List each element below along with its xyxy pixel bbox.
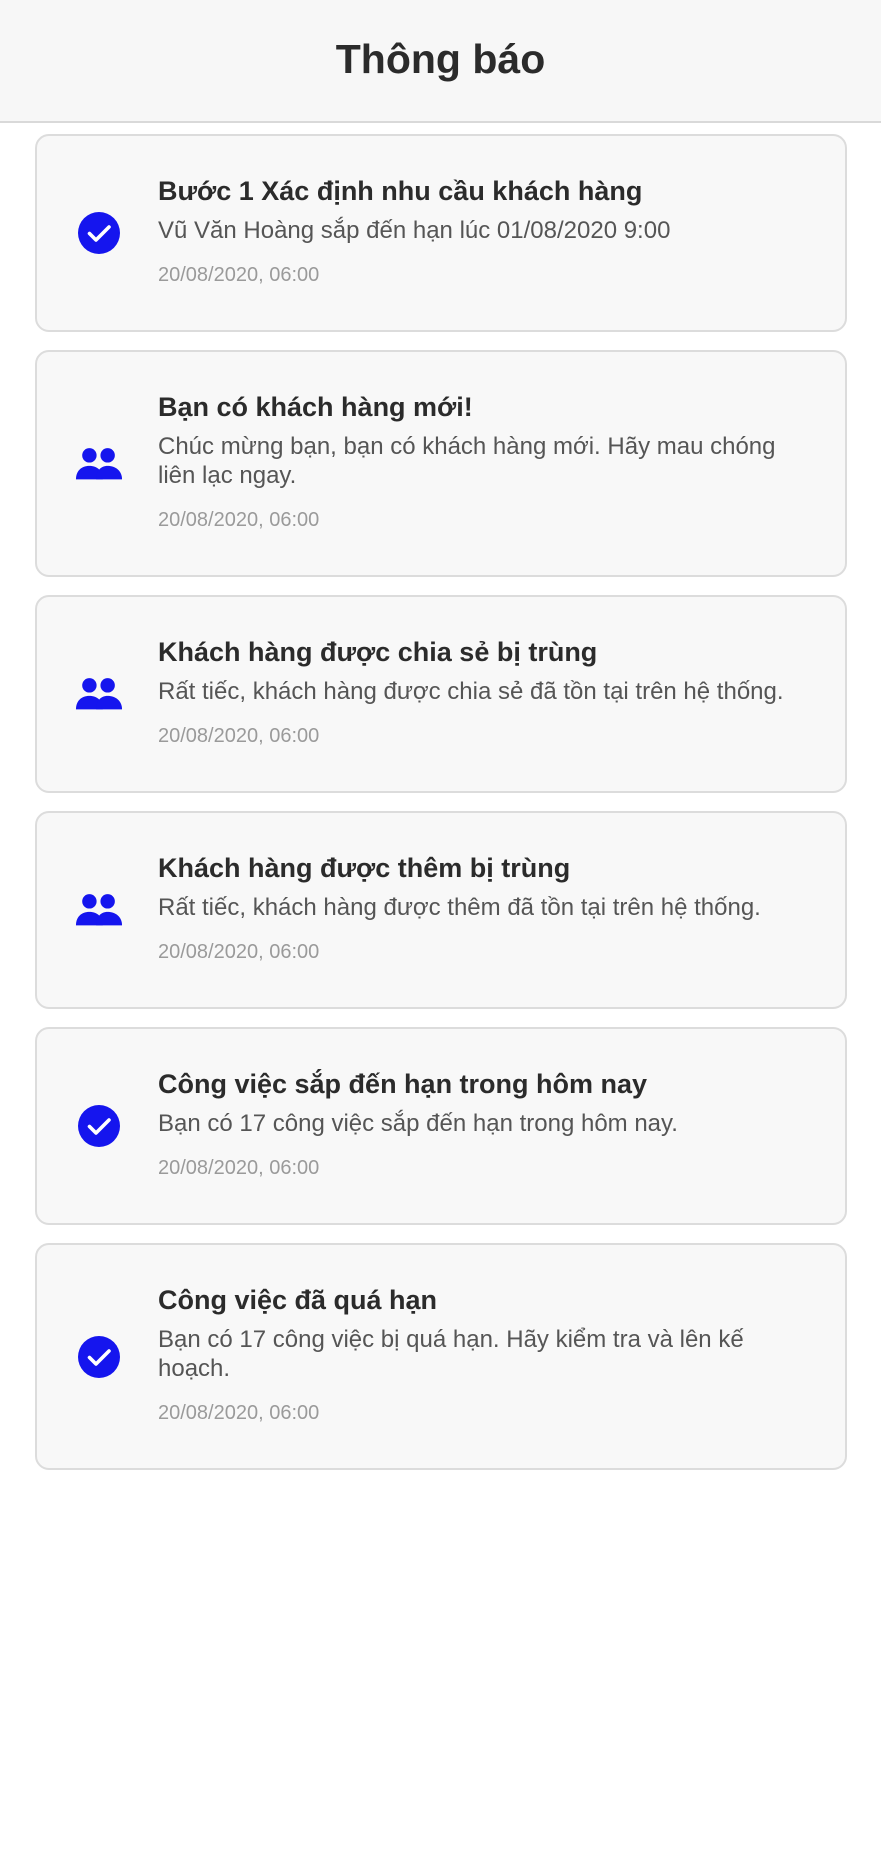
notification-timestamp: 20/08/2020, 06:00: [158, 725, 320, 747]
notification-title: Khách hàng được thêm bị trùng: [158, 853, 571, 883]
page-title: Thông báo: [335, 36, 546, 82]
check-circle-icon: [75, 1333, 123, 1381]
notification-timestamp: 20/08/2020, 06:00: [158, 264, 320, 286]
notification-item[interactable]: Công việc đã quá hạn Bạn có 17 công việc…: [35, 1243, 847, 1470]
notification-timestamp: 20/08/2020, 06:00: [158, 1402, 320, 1424]
notification-message: Chúc mừng bạn, bạn có khách hàng mới. Hã…: [158, 433, 776, 489]
notification-item[interactable]: Bước 1 Xác định nhu cầu khách hàng Vũ Vă…: [35, 134, 847, 332]
notification-message: Vũ Văn Hoàng sắp đến hạn lúc 01/08/2020 …: [158, 217, 671, 244]
notification-item[interactable]: Công việc sắp đến hạn trong hôm nay Bạn …: [35, 1027, 847, 1225]
notification-title: Khách hàng được chia sẻ bị trùng: [158, 637, 598, 667]
notification-message: Bạn có 17 công việc bị quá hạn. Hãy kiểm…: [158, 1326, 744, 1382]
notification-title: Công việc sắp đến hạn trong hôm nay: [158, 1069, 648, 1099]
notification-title: Công việc đã quá hạn: [158, 1285, 438, 1315]
notification-timestamp: 20/08/2020, 06:00: [158, 1157, 320, 1179]
notification-message: Rất tiếc, khách hàng được thêm đã tồn tạ…: [158, 894, 761, 921]
users-icon: [75, 670, 123, 718]
notification-item[interactable]: Khách hàng được thêm bị trùng Rất tiếc, …: [35, 811, 847, 1009]
notification-title: Bạn có khách hàng mới!: [158, 392, 473, 422]
notification-message: Bạn có 17 công việc sắp đến hạn trong hô…: [158, 1110, 678, 1137]
notification-timestamp: 20/08/2020, 06:00: [158, 509, 320, 531]
app-header: Thông báo: [0, 0, 881, 123]
notification-list: Bước 1 Xác định nhu cầu khách hàng Vũ Vă…: [35, 134, 847, 1488]
users-icon: [75, 886, 123, 934]
notification-item[interactable]: Bạn có khách hàng mới! Chúc mừng bạn, bạ…: [35, 350, 847, 577]
notification-timestamp: 20/08/2020, 06:00: [158, 941, 320, 963]
check-circle-icon: [75, 209, 123, 257]
notification-message: Rất tiếc, khách hàng được chia sẻ đã tồn…: [158, 678, 784, 705]
check-circle-icon: [75, 1102, 123, 1150]
notification-title: Bước 1 Xác định nhu cầu khách hàng: [158, 176, 643, 206]
users-icon: [75, 440, 123, 488]
notification-item[interactable]: Khách hàng được chia sẻ bị trùng Rất tiế…: [35, 595, 847, 793]
